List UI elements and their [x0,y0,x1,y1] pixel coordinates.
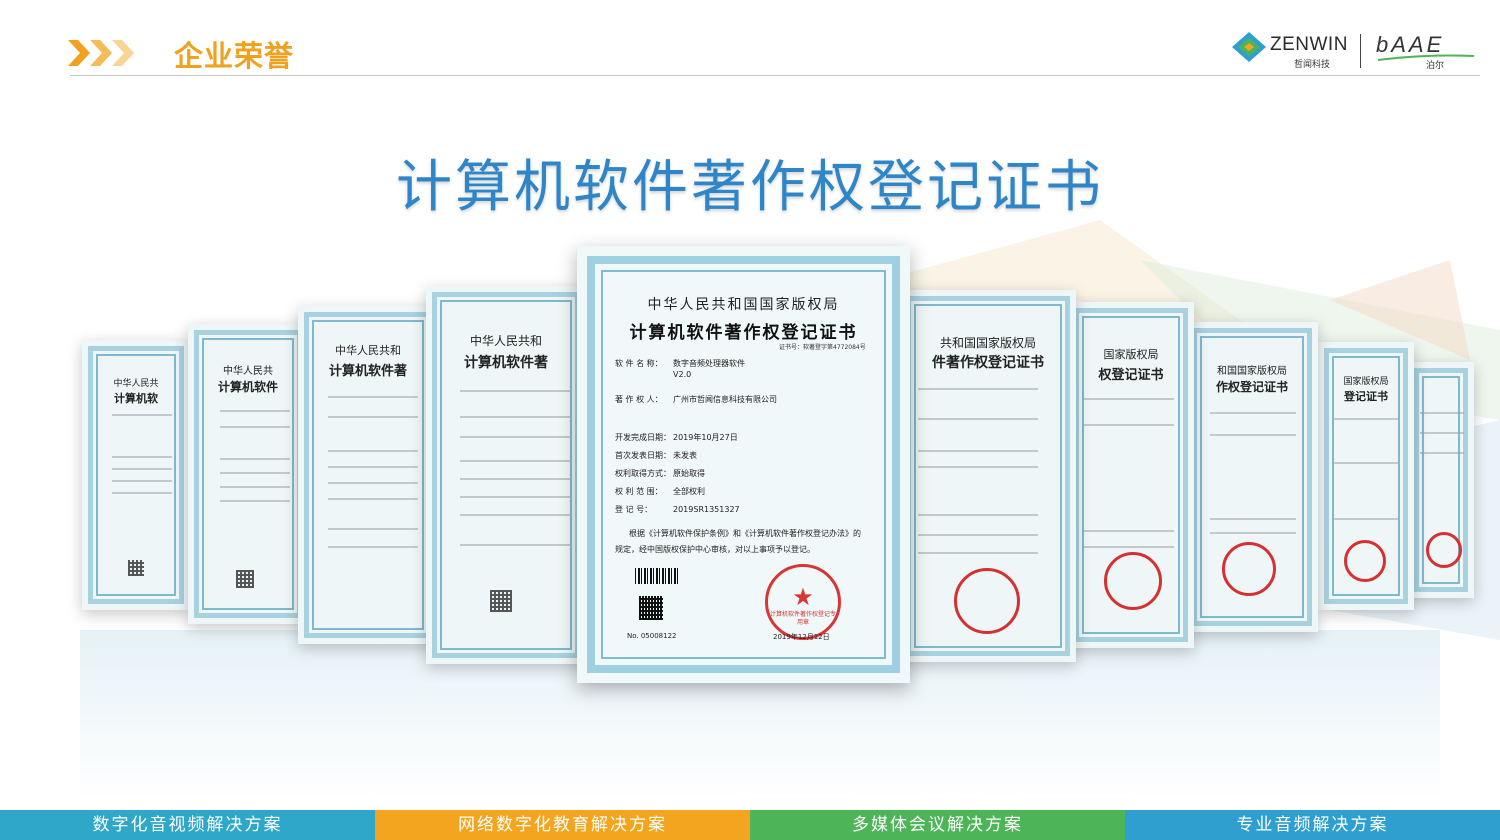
certificate-authority: 和国国家版权局 [1217,366,1287,377]
certificate-authority: 中华人民共和 [469,334,542,348]
official-seal: ★ 计算机软件著作权登记专用章 [765,564,841,640]
star-icon: ★ [792,583,814,611]
header-divider [70,75,1480,76]
certificate-card: 国家版权局 权登记证书 [1068,302,1194,648]
seal-text: 计算机软件著作权登记专用章 [769,611,836,626]
certificate-serial: No. 05008122 [627,632,677,640]
certificate-title: 计算机软件 [217,380,278,394]
solution-tab-education[interactable]: 网络数字化教育解决方案 [375,810,750,840]
field-scope: 权 利 范 围： 全部权利 [615,487,705,496]
page-title: 计算机软件著作权登记证书 [396,155,1104,220]
baae-logo: bAAE 泊尔 [1372,30,1482,71]
zenwin-logo-subtext: 哲闻科技 [1294,60,1331,70]
certificate-card [1408,362,1474,598]
certificate-card: 中华人民共 计算机软 [82,340,190,610]
main-certificate: 中华人民共和国国家版权局 计算机软件著作权登记证书 证书号：软著登字第47720… [577,246,910,683]
field-acquisition: 权利取得方式： 原始取得 [615,469,705,478]
certificate-title: 计算机软件著 [464,355,548,371]
chevron-right-icon [112,40,134,66]
chevron-right-icon [90,40,112,66]
certificate-authority: 中华人民共 [113,379,159,389]
section-title: 企业荣誉 [174,39,295,73]
certificate-authority: 中华人民共和国国家版权局 [647,297,840,313]
solution-tab-av[interactable]: 数字化音视频解决方案 [0,810,375,840]
field-reg-no: 登 记 号： 2019SR1351327 [615,505,740,514]
certificate-title: 计算机软 [114,392,158,405]
certificate-date: 2019年12月12日 [773,633,830,641]
zenwin-logo-mark-icon [1232,32,1266,62]
solution-tab-conference[interactable]: 多媒体会议解决方案 [750,810,1125,840]
header: 企业荣誉 ZENWIN 哲闻科技 bAAE 泊尔 [0,0,1500,80]
certificate-card: 国家版权局 登记证书 [1318,342,1414,610]
certificate-authority: 中华人民共和 [335,344,401,357]
certificate-title: 计算机软件著作权登记证书 [629,323,858,343]
certificate-authority: 国家版权局 [1343,377,1389,387]
certificate-authority: 中华人民共 [223,366,273,377]
certificate-title: 件著作权登记证书 [932,355,1044,371]
logo-divider [1360,34,1361,68]
barcode [635,568,679,584]
certificate-title: 计算机软件著 [328,364,407,379]
field-owner: 著 作 权 人： 广州市哲闻信息科技有限公司 [615,395,777,404]
certificate-notice-line2: 规定，经中国版权保护中心审核，对以上事项予以登记。 [615,545,815,554]
field-software-name: 软 件 名 称： 数字音频处理器软件 [615,359,745,368]
certificate-title: 权登记证书 [1098,368,1164,383]
zenwin-logo-text: ZENWIN [1270,34,1348,55]
zenwin-logo: ZENWIN 哲闻科技 [1232,30,1352,70]
certificate-authority: 共和国国家版权局 [939,336,1036,350]
bottom-solutions-bar: 数字化音视频解决方案 网络数字化教育解决方案 多媒体会议解决方案 专业音频解决方… [0,810,1500,840]
chevron-right-icon [68,40,90,66]
field-dev-date: 开发完成日期： 2019年10月27日 [615,433,738,442]
certificate-card: 中华人民共和 计算机软件著 [298,306,438,644]
certificate-card: 中华人民共 计算机软件 [188,324,308,624]
solution-tab-audio[interactable]: 专业音频解决方案 [1125,810,1500,840]
certificate-card: 中华人民共和 计算机软件著 [426,286,586,664]
certificate-authority: 国家版权局 [1103,348,1159,361]
qr-code-icon [639,596,663,620]
certificate-card: 共和国国家版权局 件著作权登记证书 [900,290,1076,662]
field-version: V2.0 [673,370,692,379]
certificate-notice-line1: 根据《计算机软件保护条例》和《计算机软件著作权登记办法》的 [629,529,861,538]
baae-logo-subtext: 泊尔 [1426,61,1445,71]
field-publish-date: 首次发表日期： 未发表 [615,451,697,460]
certificate-title: 登记证书 [1344,390,1388,403]
certificate-title: 作权登记证书 [1215,380,1288,394]
certificate-number: 证书号：软著登字第4772084号 [779,344,866,351]
certificate-card: 和国国家版权局 作权登记证书 [1186,322,1318,632]
